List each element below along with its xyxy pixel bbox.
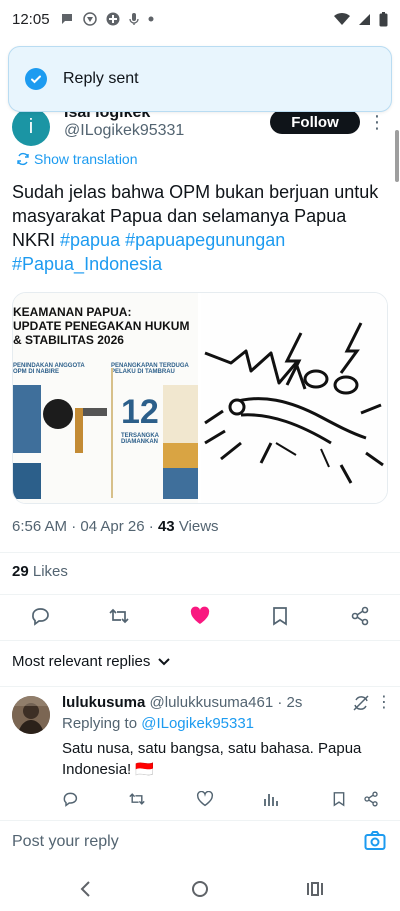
author-handle[interactable]: @ILogikek95331: [64, 122, 184, 140]
hashtag-link[interactable]: #Papua_Indonesia: [12, 254, 162, 274]
lightning-illustration: [204, 322, 384, 484]
views-count: 43: [157, 518, 175, 535]
author-avatar[interactable]: i: [12, 108, 50, 146]
more-options-icon[interactable]: ⋮: [368, 112, 386, 133]
reply-composer[interactable]: Post your reply: [0, 820, 400, 864]
infographic-big-number: 12: [121, 393, 159, 431]
infographic-big-caption: TERSANGKA DIAMANKAN: [121, 433, 159, 445]
likes-count: 29: [12, 563, 29, 580]
scrollbar-thumb[interactable]: [395, 130, 399, 182]
replying-to: Replying to @ILogikek95331: [62, 715, 254, 732]
tweet-time: 6:56 AM: [12, 518, 68, 535]
infographic-panel: [163, 385, 198, 445]
divider: [0, 552, 400, 553]
reply-sent-toast[interactable]: Reply sent: [8, 46, 392, 112]
status-bar: 12:05: [0, 0, 400, 38]
battery-icon: [379, 11, 388, 26]
mic-icon: [128, 13, 139, 25]
infographic-emblem: [43, 399, 73, 429]
home-icon[interactable]: [189, 878, 211, 900]
retweet-icon[interactable]: [128, 790, 146, 808]
reply-text: Satu nusa, satu bangsa, satu bahasa. Pap…: [62, 740, 362, 778]
infographic-divider: [111, 368, 113, 498]
bookmark-icon[interactable]: [268, 604, 292, 628]
media-image-infographic[interactable]: KEAMANAN PAPUA: UPDATE PENEGAKAN HUKUM &…: [13, 293, 198, 503]
infographic-section-2: PENANGKAPAN TERDUGA PELAKU DI TAMBRAU: [111, 363, 189, 375]
reply-time: 2s: [286, 694, 303, 711]
check-circle-icon: [25, 68, 47, 90]
retweet-icon[interactable]: [107, 604, 131, 628]
views-label: Views: [178, 518, 219, 535]
reply-header: lulukusuma @lulukkusuma461 · 2s: [62, 694, 303, 711]
tweet-text: Sudah jelas bahwa OPM bukan berjuan untu…: [12, 180, 388, 276]
infographic-block: [13, 385, 41, 453]
wifi-icon: [334, 12, 350, 25]
infographic-title: KEAMANAN PAPUA: UPDATE PENEGAKAN HUKUM &…: [13, 305, 190, 347]
show-translation-label: Show translation: [34, 151, 138, 167]
reply-actions: [0, 788, 400, 812]
replying-to-link[interactable]: @ILogikek95331: [141, 715, 254, 732]
dot-icon: [148, 16, 154, 22]
chevron-down-icon: [158, 657, 171, 665]
reply-input[interactable]: Post your reply: [12, 833, 119, 851]
likes-link[interactable]: 29 Likes: [12, 563, 68, 580]
system-nav-bar: [0, 866, 400, 911]
heart-icon[interactable]: [196, 790, 214, 808]
infographic-connector: [75, 408, 83, 453]
recents-icon[interactable]: [304, 878, 326, 900]
hashtag-link[interactable]: #papuapegunungan: [125, 230, 285, 250]
pinwheel-icon: [106, 12, 120, 26]
likes-label: Likes: [32, 563, 68, 580]
tweet-media[interactable]: KEAMANAN PAPUA: UPDATE PENEGAKAN HUKUM &…: [12, 292, 388, 504]
reply-more-options-icon[interactable]: ⋮: [376, 692, 392, 712]
chat-bubble-icon: [61, 14, 72, 24]
divider: [0, 594, 400, 595]
infographic-section-1: PENINDAKAN ANGGOTA OPM DI NABIRE: [13, 363, 85, 375]
reply-icon[interactable]: [28, 604, 52, 628]
heart-filled-icon[interactable]: [188, 604, 212, 628]
signal-icon: [359, 13, 370, 25]
translate-icon[interactable]: [352, 694, 370, 717]
media-image-illustration[interactable]: [201, 293, 387, 503]
replies-filter-dropdown[interactable]: Most relevant replies: [12, 653, 171, 670]
follow-button[interactable]: Follow: [270, 110, 360, 134]
tweet-meta: 6:56 AM · 04 Apr 26 · 43 Views: [12, 518, 219, 535]
tweet-actions: [0, 600, 400, 632]
analytics-icon[interactable]: [262, 790, 280, 808]
hashtag-link[interactable]: #papua: [60, 230, 120, 250]
vpn-icon: [82, 12, 97, 26]
translate-icon: [17, 152, 29, 166]
share-icon[interactable]: [348, 604, 372, 628]
share-icon[interactable]: [362, 790, 380, 808]
replying-prefix: Replying to: [62, 715, 142, 732]
reply-avatar[interactable]: [12, 696, 50, 734]
status-system-icons: [334, 11, 388, 27]
infographic-footer-block: [163, 468, 198, 499]
status-notification-icons: [60, 12, 154, 26]
reply-icon[interactable]: [61, 790, 79, 808]
reply-item[interactable]: lulukusuma @lulukkusuma461 · 2s ⋮ Replyi…: [0, 686, 400, 816]
divider: [0, 640, 400, 641]
reply-author-handle[interactable]: @lulukkusuma461: [150, 694, 274, 711]
reply-author-name[interactable]: lulukusuma: [62, 694, 145, 711]
replies-filter-label: Most relevant replies: [12, 653, 151, 670]
back-icon[interactable]: [74, 878, 96, 900]
toast-message: Reply sent: [63, 70, 139, 87]
camera-icon[interactable]: [364, 831, 386, 856]
status-time: 12:05: [12, 10, 50, 28]
bookmark-icon[interactable]: [330, 790, 348, 808]
tweet-date: 04 Apr 26: [80, 518, 145, 535]
infographic-footer-block: [13, 463, 41, 499]
show-translation-link[interactable]: Show translation: [16, 151, 138, 167]
